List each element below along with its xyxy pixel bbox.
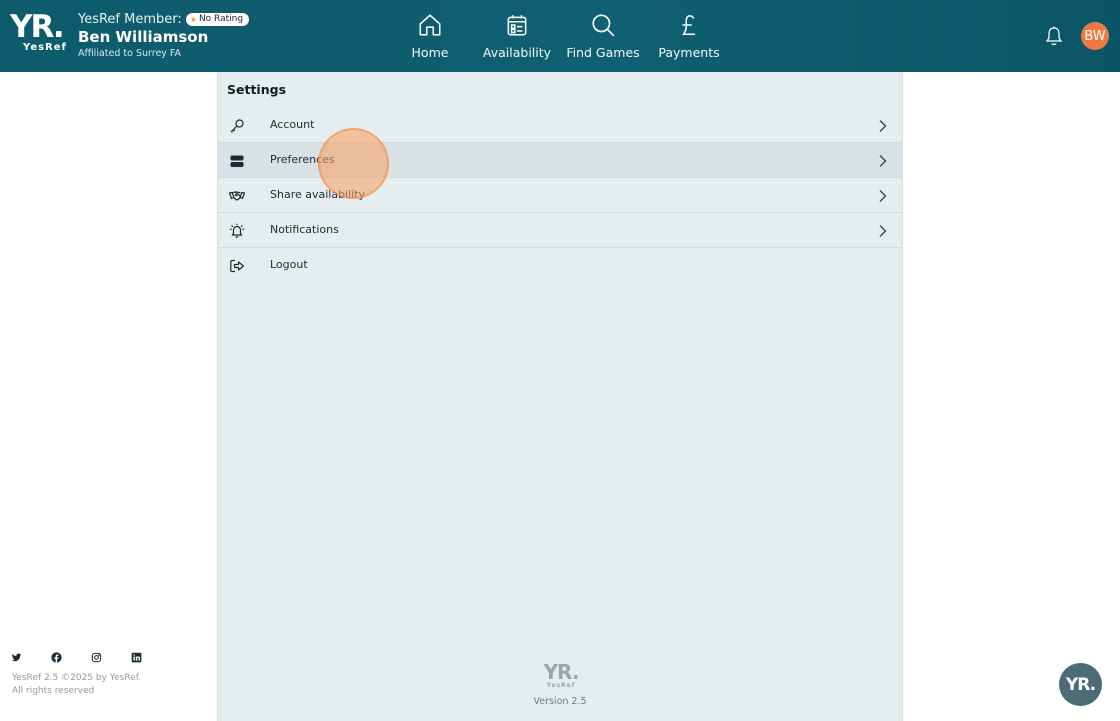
settings-item-notifications[interactable]: Notifications [218,213,902,248]
version-text: Version 2.5 [533,696,587,707]
key-icon [230,119,244,133]
chevron-right-icon [879,225,887,237]
logo-wordmark: YesRef [23,42,67,53]
linkedin-icon [131,652,142,663]
yesref-logo[interactable]: YR. YesRef [10,12,68,58]
search-icon [592,14,615,37]
nav-payments[interactable]: Payments [644,12,734,62]
version-logo-mark: YR. [543,660,580,684]
twitter-link[interactable] [11,652,51,664]
logo-mark: YR. [10,9,65,45]
nav-home-label: Home [411,45,449,60]
nav-availability-label: Availability [482,45,552,60]
instagram-icon [91,652,102,663]
copyright-line-2: All rights reserved [12,686,95,696]
chevron-right-icon [879,120,887,132]
home-icon [419,14,441,36]
star-icon: ★ [189,14,197,24]
copyright-line-1: YesRef 2.5 ©2025 by YesRef. [12,673,142,683]
member-label: YesRef Member: [78,11,182,27]
settings-item-preferences[interactable]: Preferences [218,143,902,178]
user-avatar[interactable]: BW [1081,22,1109,50]
rating-badge-text: No Rating [198,14,244,24]
instagram-link[interactable] [91,652,131,664]
nav-find-games[interactable]: Find Games [558,12,648,62]
affiliation-text: Affiliated to Surrey FA [78,48,182,59]
nav-availability[interactable]: Availability [472,12,562,62]
yesref-help-button[interactable]: YR. [1059,663,1102,706]
alarm-bell-icon [229,223,245,238]
chevron-right-icon [879,155,887,167]
facebook-link[interactable] [51,652,91,664]
handshake-icon [229,191,245,201]
settings-item-account[interactable]: Account [218,108,902,143]
settings-item-label: Account [270,118,315,131]
settings-item-share-availability[interactable]: Share availability [218,178,902,213]
social-links [11,652,171,664]
preferences-icon [230,155,244,167]
settings-item-label: Notifications [270,223,339,236]
settings-menu: Account Preferences Share availability N… [218,108,902,283]
pound-icon [682,15,696,35]
settings-item-label: Logout [270,258,308,271]
settings-item-label: Preferences [270,153,335,166]
version-logo-word: YesRef [546,682,576,689]
notifications-bell-icon[interactable] [1044,25,1064,47]
rating-badge: ★ No Rating [185,12,250,26]
copyright-text: YesRef 2.5 ©2025 by YesRef. All rights r… [12,672,172,698]
logout-icon [230,259,245,273]
linkedin-link[interactable] [131,652,171,664]
settings-item-logout[interactable]: Logout [218,248,902,283]
nav-home[interactable]: Home [385,12,475,62]
settings-panel: Settings Account Preferences Share avail… [217,72,903,721]
calendar-icon [507,15,527,36]
settings-item-label: Share availability [270,188,366,201]
app-header: YR. YesRef YesRef Member: ★ No Rating Be… [0,0,1120,72]
nav-payments-label: Payments [658,45,720,60]
version-logo: YR. YesRef [542,662,580,692]
twitter-icon [11,653,22,662]
nav-find-games-label: Find Games [566,45,640,60]
member-name: Ben Williamson [78,28,209,46]
chevron-right-icon [879,190,887,202]
page-title: Settings [227,82,287,97]
member-info: YesRef Member: ★ No Rating Ben Williamso… [78,11,250,60]
facebook-icon [51,652,62,663]
